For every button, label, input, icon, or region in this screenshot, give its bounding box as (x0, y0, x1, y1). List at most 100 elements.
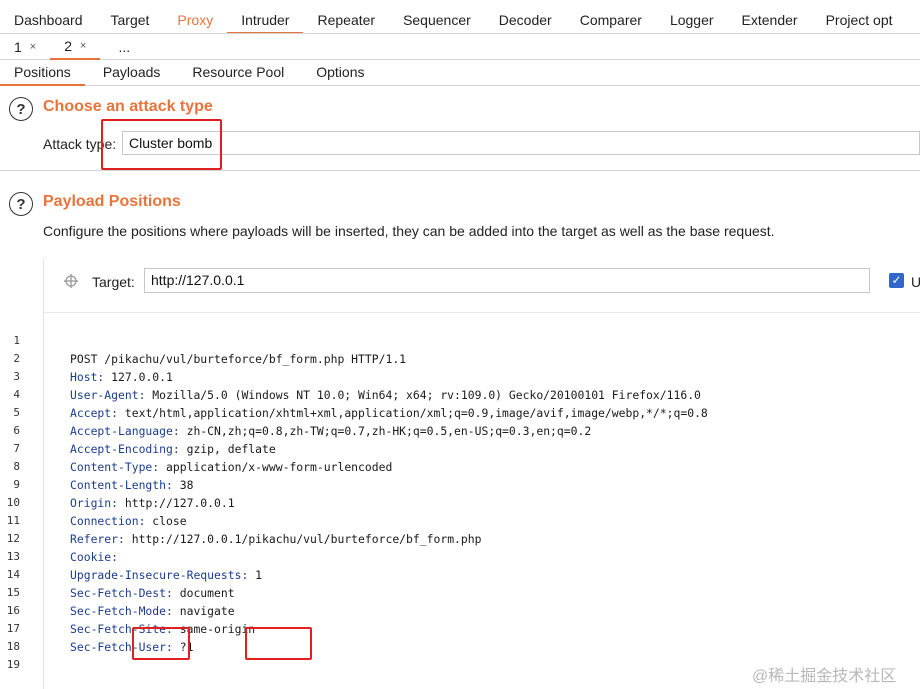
line-number: 18 (6, 640, 20, 653)
watermark: @稀土掘金技术社区 (752, 668, 897, 685)
header-name: Content-Length: (70, 478, 173, 492)
top-tab-bar: Dashboard Target Proxy Intruder Repeater… (0, 6, 920, 34)
line-number: 3 (13, 370, 20, 383)
line-number: 8 (13, 460, 20, 473)
tab-intruder[interactable]: Intruder (227, 6, 304, 33)
header-value: zh-CN,zh;q=0.8,zh-TW;q=0.7,zh-HK;q=0.5,e… (179, 424, 592, 438)
target-row: Target: http://127.0.0.1 ✓ U (44, 258, 920, 310)
header-value: http://127.0.0.1/pikachu/vul/burteforce/… (124, 532, 482, 546)
line-number: 15 (6, 586, 20, 599)
line-number: 2 (13, 352, 20, 365)
line-number: 4 (13, 388, 20, 401)
attack-tab-1[interactable]: 1 × (0, 34, 50, 60)
header-value: document (172, 586, 235, 600)
header-name: Sec-Fetch-Dest: (70, 586, 173, 600)
section-divider (0, 170, 920, 171)
tab-dashboard[interactable]: Dashboard (0, 6, 97, 33)
line-number: 10 (6, 496, 20, 509)
target-url-input[interactable]: http://127.0.0.1 (144, 268, 870, 293)
header-line: 4 Accept: text/html,application/xhtml+xm… (13, 368, 707, 420)
tab-decoder[interactable]: Decoder (485, 6, 566, 33)
tab-extender[interactable]: Extender (728, 6, 812, 33)
tab-project-options[interactable]: Project opt (812, 6, 907, 33)
help-icon[interactable]: ? (9, 97, 33, 121)
attack-tab-2[interactable]: 2 × (50, 33, 101, 60)
header-name: Accept-Language: (70, 424, 180, 438)
new-tab-button[interactable]: ... (100, 34, 144, 60)
tab-logger[interactable]: Logger (656, 6, 728, 33)
tab-payloads[interactable]: Payloads (89, 60, 175, 86)
header-line: 2 Host: 127.0.0.1 (13, 332, 173, 384)
attack-tab-2-label: 2 (64, 38, 73, 54)
header-line: 9 Origin: http://127.0.0.1 (13, 458, 234, 510)
tab-comparer[interactable]: Comparer (566, 6, 656, 33)
header-line: 8 Content-Length: 38 (13, 440, 193, 492)
request-panel: Target: http://127.0.0.1 ✓ U 1 POST /pik… (7, 258, 920, 689)
close-icon[interactable]: × (30, 34, 36, 60)
line-number: 12 (6, 532, 20, 545)
header-value: text/html,application/xhtml+xml,applicat… (118, 406, 708, 420)
header-line: 5 Accept-Language: zh-CN,zh;q=0.8,zh-TW;… (13, 386, 591, 438)
tab-repeater[interactable]: Repeater (303, 6, 389, 33)
header-name: Sec-Fetch-Mode: (70, 604, 173, 618)
header-value: 127.0.0.1 (104, 370, 173, 384)
header-line: 17 Sec-Fetch-User: ?1 (7, 602, 194, 654)
blank-line: 19 (7, 638, 85, 671)
line-number: 7 (13, 442, 20, 455)
close-icon[interactable]: × (80, 33, 86, 59)
line-number: 5 (13, 406, 20, 419)
header-value: 38 (172, 478, 194, 492)
line-number: 13 (6, 550, 20, 563)
tab-target[interactable]: Target (97, 6, 164, 33)
attack-type-heading: Choose an attack type (43, 98, 213, 115)
line-number: 19 (6, 658, 20, 671)
line-number: 16 (6, 604, 20, 617)
header-line: 18 (7, 620, 85, 653)
tab-resource-pool[interactable]: Resource Pool (178, 60, 298, 86)
attack-type-select[interactable]: Cluster bomb (122, 131, 920, 155)
header-line: 7 Content-Type: application/x-www-form-u… (13, 422, 392, 474)
line-number: 14 (6, 568, 20, 581)
header-line: 6 Accept-Encoding: gzip, deflate (13, 404, 275, 456)
header-value: gzip, deflate (179, 442, 276, 456)
tab-options[interactable]: Options (302, 60, 378, 86)
payload-positions-description: Configure the positions where payloads w… (43, 223, 775, 239)
header-name: Upgrade-Insecure-Requests: (70, 568, 249, 582)
help-icon[interactable]: ? (9, 192, 33, 216)
header-line: 15 Sec-Fetch-Mode: navigate (7, 566, 235, 618)
body-line (44, 656, 85, 674)
payload-positions-heading: Payload Positions (43, 193, 181, 210)
update-host-checkbox[interactable]: ✓ (889, 273, 904, 288)
attack-tab-bar: 1 × 2 × ... (0, 34, 920, 60)
line-number: 17 (6, 622, 20, 635)
tab-sequencer[interactable]: Sequencer (389, 6, 485, 33)
header-value: navigate (172, 604, 235, 618)
header-line: 16 Sec-Fetch-Site: same-origin (7, 584, 255, 636)
crosshair-icon (64, 274, 78, 288)
request-start-line: POST /pikachu/vul/burteforce/bf_form.php… (70, 352, 407, 366)
line-number: 1 (13, 334, 20, 347)
request-line: 1 POST /pikachu/vul/burteforce/bf_form.p… (13, 314, 406, 366)
tab-proxy[interactable]: Proxy (163, 6, 227, 33)
line-number: 6 (13, 424, 20, 437)
update-host-label: U (911, 274, 920, 290)
header-name: Accept-Encoding: (70, 442, 180, 456)
header-line: 3 User-Agent: Mozilla/5.0 (Windows NT 10… (13, 350, 701, 402)
header-line: 12 Cookie: (7, 512, 118, 564)
intruder-section-tabs: Positions Payloads Resource Pool Options (0, 60, 920, 86)
target-label: Target: (92, 274, 135, 290)
line-number: 9 (13, 478, 20, 491)
header-line: 14 Sec-Fetch-Dest: document (7, 548, 235, 600)
header-value: http://127.0.0.1 (118, 496, 235, 510)
annotation-highlight-box (101, 119, 222, 170)
annotation-highlight-box (132, 627, 190, 660)
line-number: 11 (6, 514, 20, 527)
header-value: close (145, 514, 187, 528)
cookie-line: 13 Upgrade-Insecure-Requests: 1 (7, 530, 262, 582)
header-value: Mozilla/5.0 (Windows NT 10.0; Win64; x64… (145, 388, 701, 402)
header-value: application/x-www-form-urlencoded (159, 460, 393, 474)
line-number (1, 674, 20, 689)
header-value (118, 550, 125, 564)
tab-positions[interactable]: Positions (0, 60, 85, 86)
header-line: 11 Referer: http://127.0.0.1/pikachu/vul… (7, 494, 482, 546)
